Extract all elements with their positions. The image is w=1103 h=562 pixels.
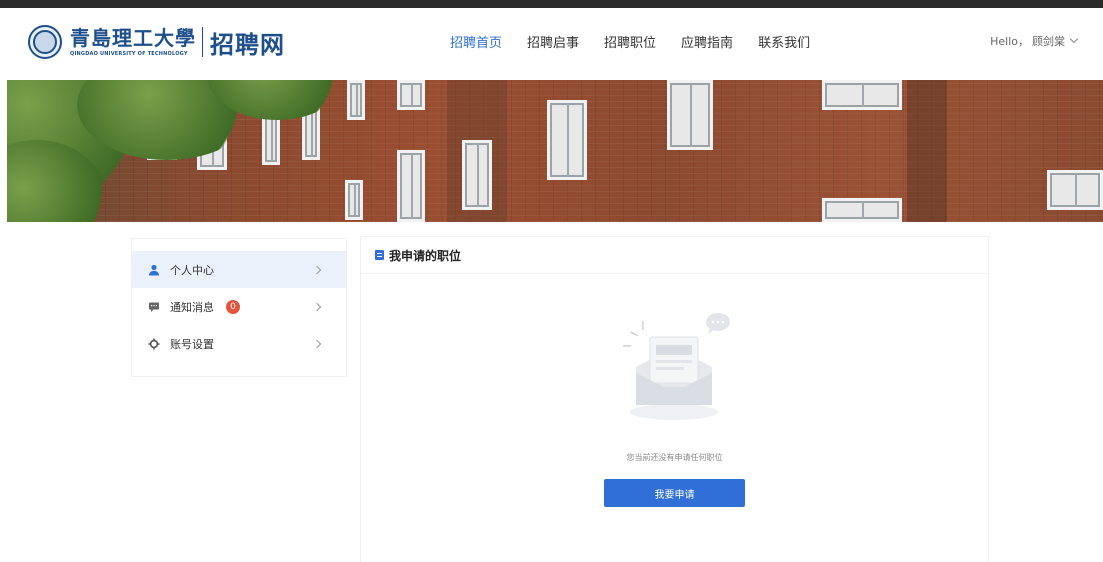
- sidebar: 个人中心 通知消息 0 账号设置: [132, 239, 346, 376]
- notification-badge: 0: [226, 299, 240, 314]
- applied-positions-panel: 我申请的职位 您当前还没有申请任何职位 我要申请: [361, 237, 988, 562]
- sidebar-item-settings[interactable]: 账号设置: [132, 325, 346, 362]
- chevron-right-icon: [312, 339, 322, 348]
- nav-item-guide[interactable]: 应聘指南: [681, 32, 733, 51]
- sidebar-item-label: 账号设置: [170, 337, 214, 351]
- main-nav: 招聘首页 招聘启事 招聘职位 应聘指南 联系我们: [450, 8, 835, 74]
- user-name: 顾剑棠: [1032, 35, 1065, 48]
- document-icon: [375, 250, 384, 260]
- user-icon: [148, 264, 160, 276]
- site-logo[interactable]: 青島理工大學 QINGDAO UNIVERSITY OF TECHNOLOGY …: [28, 22, 285, 62]
- panel-header: 我申请的职位: [361, 237, 988, 274]
- chevron-right-icon: [312, 302, 322, 311]
- nav-item-home[interactable]: 招聘首页: [450, 32, 502, 51]
- chevron-down-icon: [1069, 34, 1079, 44]
- top-strip: [0, 0, 1103, 8]
- campus-banner: [7, 80, 1103, 222]
- site-name: 招聘网: [210, 30, 285, 59]
- chevron-right-icon: [312, 265, 322, 274]
- nav-item-positions[interactable]: 招聘职位: [604, 32, 656, 51]
- logo-divider: [202, 27, 203, 57]
- settings-icon: [148, 338, 160, 350]
- sidebar-item-label: 个人中心: [170, 263, 214, 277]
- university-seal-icon: [28, 25, 62, 59]
- sidebar-item-profile[interactable]: 个人中心: [132, 251, 346, 288]
- empty-inbox-icon: [606, 307, 746, 427]
- university-name-en: QINGDAO UNIVERSITY OF TECHNOLOGY: [70, 51, 188, 57]
- user-greeting: Hello，: [990, 35, 1029, 48]
- sidebar-item-messages[interactable]: 通知消息 0: [132, 288, 346, 325]
- message-icon: [148, 301, 160, 313]
- empty-state-text: 您当前还没有申请任何职位: [626, 453, 723, 462]
- apply-button[interactable]: 我要申请: [604, 479, 745, 507]
- user-menu[interactable]: Hello， 顾剑棠: [990, 8, 1079, 74]
- sidebar-item-label: 通知消息: [170, 300, 214, 314]
- university-name-cn: 青島理工大學: [70, 26, 196, 50]
- nav-item-contact[interactable]: 联系我们: [758, 32, 810, 51]
- nav-item-announcements[interactable]: 招聘启事: [527, 32, 579, 51]
- panel-title: 我申请的职位: [389, 248, 462, 263]
